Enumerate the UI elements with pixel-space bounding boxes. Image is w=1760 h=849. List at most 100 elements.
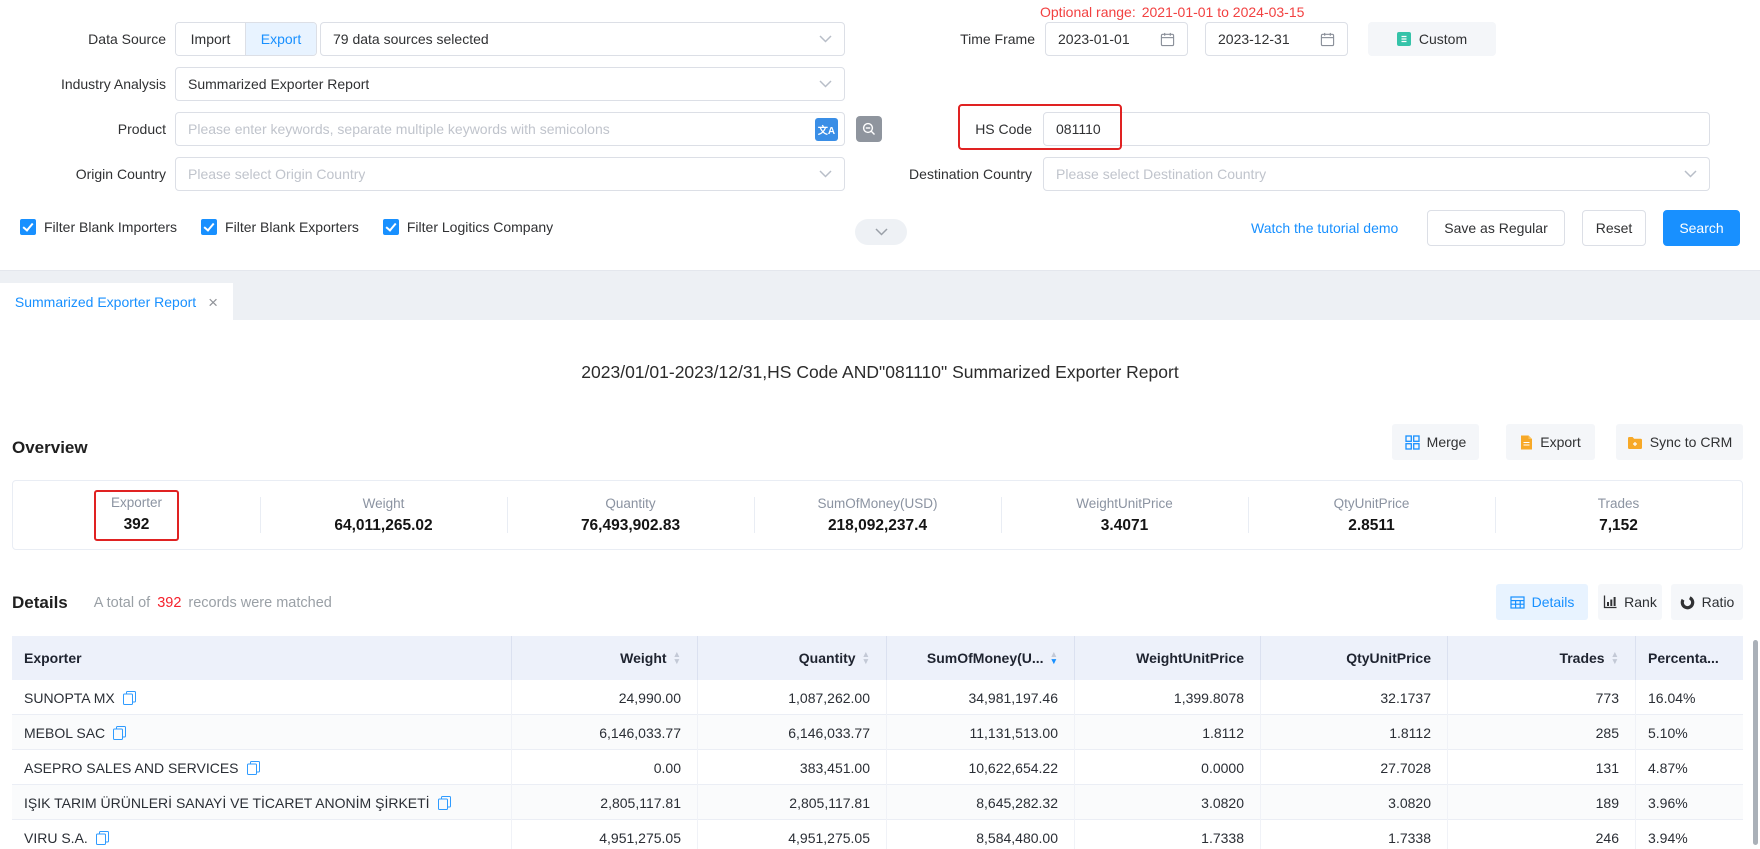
- table-row: MEBOL SAC 6,146,033.77 6,146,033.77 11,1…: [12, 715, 1743, 750]
- filter-panel: Optional range:2021-01-01 to 2024-03-15 …: [0, 0, 1760, 270]
- qty-unit-price-cell: 1.7338: [1261, 820, 1448, 849]
- view-ratio-label: Ratio: [1702, 594, 1735, 610]
- checkbox-checked-icon[interactable]: [20, 219, 36, 235]
- sort-icons-active-desc[interactable]: ▲▼: [1050, 651, 1058, 665]
- exporter-name[interactable]: VIRU S.A.: [24, 830, 88, 846]
- exporter-cell[interactable]: VIRU S.A.: [12, 820, 512, 849]
- import-toggle-button[interactable]: Import: [176, 23, 246, 55]
- quantity-cell: 1,087,262.00: [698, 680, 887, 715]
- destination-country-select[interactable]: Please select Destination Country: [1043, 157, 1710, 191]
- column-label: Quantity: [799, 650, 856, 666]
- sort-icons[interactable]: ▲▼: [673, 651, 681, 665]
- view-details-button[interactable]: Details: [1496, 584, 1588, 620]
- sort-icons[interactable]: ▲▼: [1611, 651, 1619, 665]
- column-header-quantity[interactable]: Quantity ▲▼: [698, 636, 887, 680]
- copy-icon[interactable]: [96, 831, 109, 845]
- product-input[interactable]: Please enter keywords, separate multiple…: [175, 112, 845, 146]
- merge-button[interactable]: Merge: [1392, 424, 1479, 460]
- hs-code-input[interactable]: 081110: [1043, 112, 1710, 146]
- stat-qty-unit-price: QtyUnitPrice 2.8511: [1248, 481, 1495, 549]
- data-sources-select[interactable]: 79 data sources selected: [320, 22, 845, 56]
- tab-bar: Summarized Exporter Report ×: [0, 270, 1760, 320]
- exporter-name[interactable]: MEBOL SAC: [24, 725, 105, 741]
- start-date-value: 2023-01-01: [1046, 31, 1130, 47]
- copy-icon[interactable]: [247, 761, 260, 775]
- stat-weight: Weight 64,011,265.02: [260, 481, 507, 549]
- exporter-cell[interactable]: MEBOL SAC: [12, 715, 512, 750]
- hs-code-label: HS Code: [880, 112, 1032, 146]
- copy-icon[interactable]: [438, 796, 451, 810]
- exporter-cell[interactable]: SUNOPTA MX: [12, 680, 512, 715]
- column-header-weight-unit-price[interactable]: WeightUnitPrice: [1075, 636, 1261, 680]
- sum-cell: 8,584,480.00: [887, 820, 1075, 849]
- column-label: WeightUnitPrice: [1136, 650, 1244, 666]
- export-toggle-button[interactable]: Export: [246, 23, 316, 55]
- tab-summarized-exporter-report[interactable]: Summarized Exporter Report ×: [0, 283, 233, 321]
- end-date-input[interactable]: 2023-12-31: [1205, 22, 1348, 56]
- calendar-icon: [1160, 32, 1175, 47]
- exporter-cell[interactable]: IŞIK TARIM ÜRÜNLERİ SANAYİ VE TİCARET AN…: [12, 785, 512, 820]
- weight-cell: 24,990.00: [512, 680, 698, 715]
- copy-icon[interactable]: [123, 691, 136, 705]
- column-label: Weight: [620, 650, 666, 666]
- start-date-input[interactable]: 2023-01-01: [1045, 22, 1188, 56]
- checkbox-checked-icon[interactable]: [201, 219, 217, 235]
- column-header-trades[interactable]: Trades ▲▼: [1448, 636, 1636, 680]
- sync-to-crm-button[interactable]: Sync to CRM: [1616, 424, 1743, 460]
- exporter-name[interactable]: IŞIK TARIM ÜRÜNLERİ SANAYİ VE TİCARET AN…: [24, 795, 430, 811]
- origin-country-select[interactable]: Please select Origin Country: [175, 157, 845, 191]
- export-button[interactable]: Export: [1506, 424, 1595, 460]
- industry-analysis-select[interactable]: Summarized Exporter Report: [175, 67, 845, 101]
- chevron-down-icon: [1684, 170, 1697, 178]
- column-header-qty-unit-price[interactable]: QtyUnitPrice: [1261, 636, 1448, 680]
- save-as-regular-button[interactable]: Save as Regular: [1427, 210, 1565, 246]
- checkbox-filter-blank-exporters[interactable]: Filter Blank Exporters: [201, 219, 359, 235]
- screening-icon-button[interactable]: [856, 116, 882, 142]
- search-button[interactable]: Search: [1663, 210, 1740, 246]
- close-icon[interactable]: ×: [208, 294, 218, 311]
- column-header-exporter[interactable]: Exporter: [12, 636, 512, 680]
- calendar-icon: [1320, 32, 1335, 47]
- chevron-down-icon: [875, 228, 888, 236]
- stat-label: Trades: [1598, 496, 1640, 511]
- origin-country-label: Origin Country: [0, 157, 166, 191]
- details-header: Details A total of 392 records were matc…: [12, 584, 332, 622]
- table-view-icon: [1510, 596, 1525, 609]
- translate-icon[interactable]: 文A: [815, 118, 838, 141]
- product-placeholder: Please enter keywords, separate multiple…: [176, 121, 610, 137]
- weight-unit-price-cell: 1.7338: [1075, 820, 1261, 849]
- qty-unit-price-cell: 3.0820: [1261, 785, 1448, 820]
- trades-cell: 189: [1448, 785, 1636, 820]
- column-header-percentage[interactable]: Percenta...: [1636, 636, 1743, 680]
- destination-country-label: Destination Country: [880, 157, 1032, 191]
- reset-button[interactable]: Reset: [1582, 210, 1646, 246]
- column-header-weight[interactable]: Weight ▲▼: [512, 636, 698, 680]
- exporter-name[interactable]: ASEPRO SALES AND SERVICES: [24, 760, 239, 776]
- copy-icon[interactable]: [113, 726, 126, 740]
- sum-cell: 8,645,282.32: [887, 785, 1075, 820]
- stat-label: SumOfMoney(USD): [817, 496, 937, 511]
- sort-icons[interactable]: ▲▼: [862, 651, 870, 665]
- sum-cell: 34,981,197.46: [887, 680, 1075, 715]
- expand-filters-button[interactable]: [855, 219, 907, 245]
- tutorial-demo-link[interactable]: Watch the tutorial demo: [1251, 210, 1398, 246]
- exporter-cell[interactable]: ASEPRO SALES AND SERVICES: [12, 750, 512, 785]
- stat-exporter: Exporter 392: [13, 481, 260, 549]
- quantity-cell: 383,451.00: [698, 750, 887, 785]
- view-ratio-button[interactable]: Ratio: [1671, 584, 1743, 620]
- checkbox-filter-logitics-company[interactable]: Filter Logitics Company: [383, 219, 553, 235]
- checkbox-checked-icon[interactable]: [383, 219, 399, 235]
- checkbox-filter-blank-importers[interactable]: Filter Blank Importers: [20, 219, 177, 235]
- table-scrollbar[interactable]: [1753, 640, 1758, 845]
- weight-unit-price-cell: 0.0000: [1075, 750, 1261, 785]
- column-label: Trades: [1559, 650, 1604, 666]
- view-rank-button[interactable]: Rank: [1598, 584, 1662, 620]
- checkbox-label: Filter Logitics Company: [407, 219, 553, 235]
- optional-range-note: Optional range:2021-01-01 to 2024-03-15: [1040, 4, 1304, 20]
- exporter-name[interactable]: SUNOPTA MX: [24, 690, 115, 706]
- stat-label: Exporter: [111, 495, 162, 510]
- custom-range-button[interactable]: Custom: [1368, 22, 1496, 56]
- table-row: ASEPRO SALES AND SERVICES 0.00 383,451.0…: [12, 750, 1743, 785]
- column-label: SumOfMoney(U...: [927, 650, 1044, 666]
- column-header-sum-of-money[interactable]: SumOfMoney(U... ▲▼: [887, 636, 1075, 680]
